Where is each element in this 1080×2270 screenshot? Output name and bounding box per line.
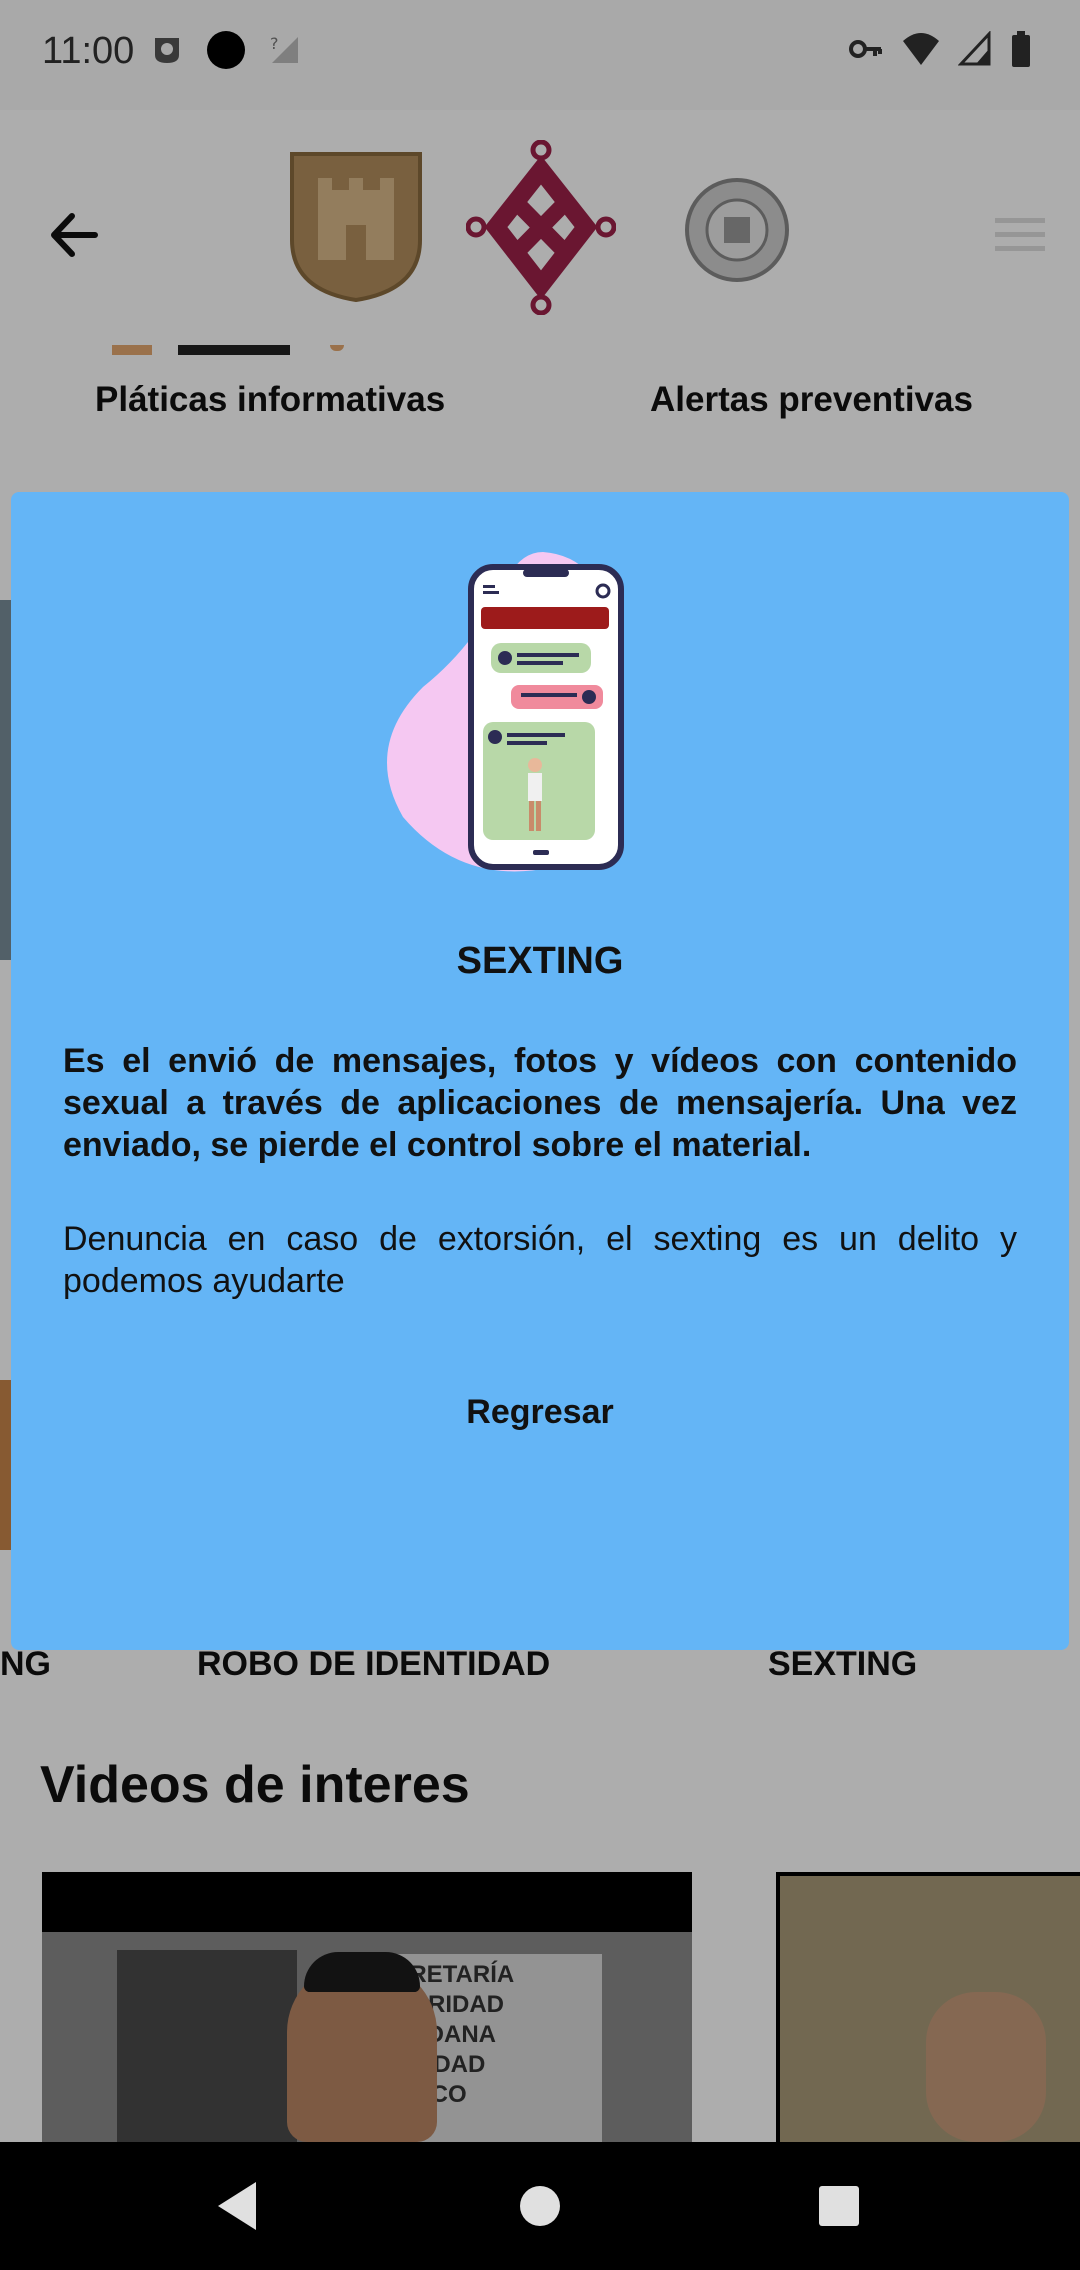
dialog-description: Es el envió de mensajes, fotos y vídeos … [63,1042,1017,1164]
dialog-report-note: Denuncia en caso de extorsión, el sextin… [63,1220,1017,1300]
nav-recents-icon[interactable] [818,2185,860,2227]
info-dialog: SEXTING Es el envió de mensajes, fotos y… [11,492,1069,1650]
dialog-title: SEXTING [456,940,624,982]
nav-home-icon[interactable] [516,2182,564,2230]
phone-chat-illustration [387,552,624,872]
system-navigation-bar [0,2142,1080,2270]
nav-back-icon[interactable] [212,2178,262,2234]
regresar-button[interactable]: Regresar [411,1380,669,1444]
